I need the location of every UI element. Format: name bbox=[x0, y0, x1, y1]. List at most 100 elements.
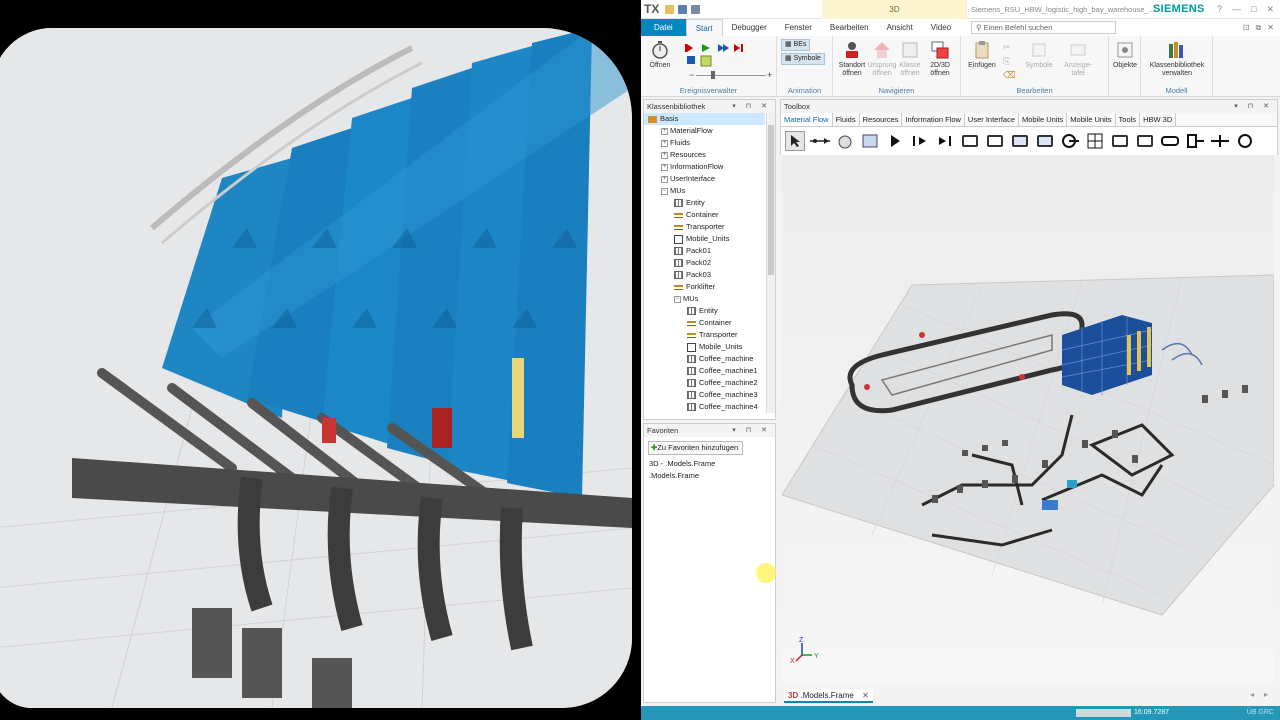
expand-toggle-icon[interactable]: + bbox=[661, 175, 668, 183]
tree-item[interactable]: Mobile_Units bbox=[644, 341, 765, 353]
tree-item[interactable]: Transporter bbox=[644, 221, 765, 233]
toolbox-tab[interactable]: Fluids bbox=[833, 113, 860, 126]
toolbox-pane-controls[interactable]: ▾ ⊓ ✕ bbox=[1234, 100, 1273, 113]
bes-toggle[interactable]: ▦ BEs bbox=[781, 39, 811, 51]
tree-item[interactable]: + Resources bbox=[644, 149, 765, 161]
single-proc-tool[interactable] bbox=[910, 131, 930, 151]
paste-button[interactable]: Einfügen bbox=[965, 40, 999, 70]
dismantle-tool[interactable] bbox=[1035, 131, 1055, 151]
playback-controls[interactable] bbox=[685, 42, 745, 68]
scrollbar-thumb[interactable] bbox=[768, 125, 774, 275]
tree-item[interactable]: Forklifter bbox=[644, 281, 765, 293]
tree-item[interactable]: + Fluids bbox=[644, 137, 765, 149]
tree-item[interactable]: Entity bbox=[644, 197, 765, 209]
favorites-pane-controls[interactable]: ▾ ⊓ ✕ bbox=[732, 424, 771, 437]
class-library-scrollbar[interactable] bbox=[766, 113, 775, 413]
help-icon[interactable]: ? bbox=[1217, 0, 1222, 19]
tree-item[interactable]: Pack01 bbox=[644, 245, 765, 257]
open-2d3d-button[interactable]: 2D/3D öffnen bbox=[923, 40, 957, 78]
expand-toggle-icon[interactable]: + bbox=[661, 139, 668, 147]
toolbox-tab[interactable]: HBW 3D bbox=[1140, 113, 1177, 126]
objects-button[interactable]: Objekte bbox=[1111, 40, 1139, 70]
expand-toggle-icon[interactable]: − bbox=[661, 187, 668, 195]
open-location-button[interactable]: Standort öffnen bbox=[835, 40, 869, 78]
open-class-button[interactable]: Klasse öffnen bbox=[897, 40, 923, 78]
close-tab-icon[interactable]: ✕ bbox=[862, 691, 869, 700]
slider-minus-icon[interactable]: − bbox=[689, 70, 694, 80]
connector-tool[interactable] bbox=[810, 131, 830, 151]
tab-video[interactable]: Video bbox=[922, 19, 960, 36]
store-tool[interactable] bbox=[1085, 131, 1105, 151]
collapse-ribbon-icon[interactable]: ⊡ bbox=[1243, 19, 1250, 36]
pane-controls[interactable]: ▾ ⊓ ✕ bbox=[732, 100, 771, 113]
tab-start[interactable]: Start bbox=[685, 19, 723, 36]
toolbox-tab[interactable]: Mobile Units bbox=[1067, 113, 1116, 126]
tree-item[interactable]: Coffee_machine bbox=[644, 353, 765, 365]
tab-scroll-right-icon[interactable]: ▸ bbox=[1264, 690, 1268, 699]
toolbox-tab[interactable]: User Interface bbox=[965, 113, 1020, 126]
cycle-tool[interactable] bbox=[1060, 131, 1080, 151]
edit-small-icons[interactable]: ✂ ⎘ ⌫ bbox=[1001, 40, 1015, 80]
tree-item[interactable]: Coffee_machine3 bbox=[644, 389, 765, 401]
command-search-input[interactable]: ⚲ Einen Befehl suchen bbox=[971, 21, 1116, 34]
list-item[interactable]: .Models.Frame bbox=[644, 470, 775, 482]
restore-icon[interactable]: ⧉ bbox=[1256, 19, 1262, 36]
toolbox-tab[interactable]: Resources bbox=[860, 113, 903, 126]
line-tool[interactable] bbox=[1160, 131, 1180, 151]
save-as-icon[interactable] bbox=[691, 4, 701, 14]
list-item[interactable]: 3D - .Models.Frame bbox=[644, 458, 775, 470]
pointer-tool[interactable] bbox=[785, 131, 805, 151]
toolbox-tab[interactable]: Tools bbox=[1116, 113, 1141, 126]
tree-item[interactable]: Mobile_Units bbox=[644, 233, 765, 245]
method-tool[interactable] bbox=[860, 131, 880, 151]
toolbox-tab[interactable]: Information Flow bbox=[902, 113, 965, 126]
assembly-tool[interactable] bbox=[1010, 131, 1030, 151]
tab-fenster[interactable]: Fenster bbox=[776, 19, 821, 36]
display-panel-button[interactable]: Anzeige-tafel bbox=[1059, 40, 1097, 78]
tab-bearbeiten[interactable]: Bearbeiten bbox=[821, 19, 878, 36]
tree-item[interactable]: Pack02 bbox=[644, 257, 765, 269]
expand-toggle-icon[interactable]: − bbox=[674, 295, 681, 303]
open-event-controller-button[interactable]: Öffnen bbox=[645, 40, 675, 70]
tab-ansicht[interactable]: Ansicht bbox=[878, 19, 922, 36]
toolbox-tab[interactable]: Mobile Units bbox=[1019, 113, 1068, 126]
tree-item[interactable]: − MUs bbox=[644, 293, 765, 305]
maximize-button[interactable]: □ bbox=[1251, 0, 1256, 19]
tree-item[interactable]: Coffee_machine4 bbox=[644, 401, 765, 413]
symbols-button[interactable]: Symbole bbox=[1021, 40, 1057, 70]
tree-item[interactable]: Container bbox=[644, 209, 765, 221]
tree-item[interactable]: + UserInterface bbox=[644, 173, 765, 185]
tree-item[interactable]: Entity bbox=[644, 305, 765, 317]
source-tool[interactable] bbox=[885, 131, 905, 151]
slider-plus-icon[interactable]: + bbox=[767, 70, 772, 80]
tree-item[interactable]: Transporter bbox=[644, 329, 765, 341]
expand-toggle-icon[interactable]: + bbox=[661, 151, 668, 159]
add-to-favorites-button[interactable]: ✚Zu Favoriten hinzufügen bbox=[648, 441, 744, 455]
tree-item[interactable]: Container bbox=[644, 317, 765, 329]
context-tab-3d[interactable]: 3D bbox=[822, 0, 967, 19]
tree-item[interactable]: + InformationFlow bbox=[644, 161, 765, 173]
3d-viewport[interactable]: Z Y X bbox=[782, 155, 1274, 685]
minimize-button[interactable]: — bbox=[1232, 0, 1241, 19]
event-controller-tool[interactable] bbox=[835, 131, 855, 151]
speed-slider[interactable] bbox=[696, 75, 766, 76]
sorter-tool[interactable] bbox=[1135, 131, 1155, 151]
speed-slider-thumb[interactable] bbox=[711, 71, 715, 79]
symbols-toggle[interactable]: ▦ Symbole bbox=[781, 53, 825, 65]
tree-item[interactable]: + MaterialFlow bbox=[644, 125, 765, 137]
expand-toggle-icon[interactable]: + bbox=[661, 163, 668, 171]
toolbox-tab[interactable]: Material Flow bbox=[781, 113, 833, 126]
tree-item[interactable]: Coffee_machine1 bbox=[644, 365, 765, 377]
open-folder-icon[interactable] bbox=[665, 4, 675, 14]
tree-item[interactable]: Basis bbox=[644, 113, 765, 125]
save-icon[interactable] bbox=[678, 4, 688, 14]
tab-scroll-left-icon[interactable]: ◂ bbox=[1250, 690, 1254, 699]
tab-debugger[interactable]: Debugger bbox=[723, 19, 776, 36]
parallel-station-tool[interactable] bbox=[985, 131, 1005, 151]
open-origin-button[interactable]: Ursprung öffnen bbox=[867, 40, 897, 78]
tree-item[interactable]: Pack03 bbox=[644, 269, 765, 281]
track-tool[interactable] bbox=[1185, 131, 1205, 151]
close-doc-icon[interactable]: ✕ bbox=[1267, 19, 1274, 36]
tree-item[interactable]: Coffee_machine2 bbox=[644, 377, 765, 389]
expand-toggle-icon[interactable]: + bbox=[661, 127, 668, 135]
